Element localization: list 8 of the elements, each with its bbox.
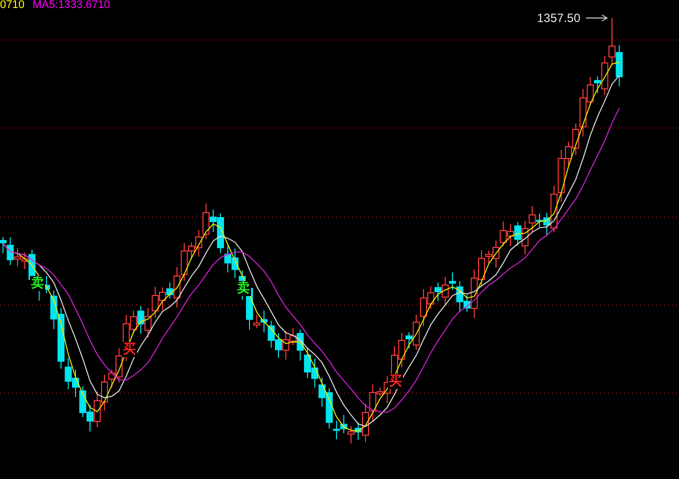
buy-signal-label: 买 <box>388 374 403 389</box>
arrow-icon <box>586 14 608 22</box>
sell-signal-label: 卖 <box>236 281 251 296</box>
buy-signal-label: 买 <box>122 342 137 357</box>
high-price-label: 1357.50 <box>537 11 580 25</box>
sell-signal-label: 卖 <box>30 276 45 291</box>
legend-label: 0710 <box>0 0 24 11</box>
legend-label: MA5:1333.6710 <box>32 0 110 11</box>
